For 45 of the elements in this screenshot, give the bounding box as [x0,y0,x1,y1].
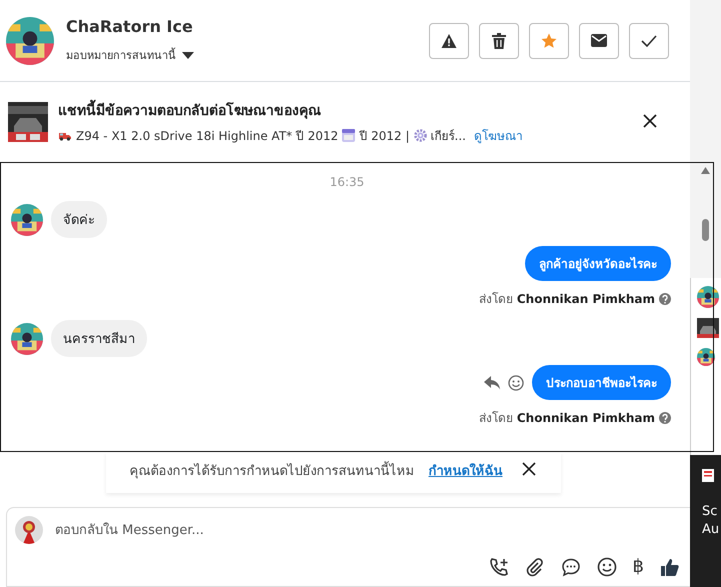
reply-icon[interactable] [484,376,500,390]
car-icon [58,130,72,141]
outgoing-message: ประกอบอาชีพอะไรคะ [532,365,671,400]
delete-button[interactable] [479,22,519,58]
gear-icon [414,129,427,142]
thumbs-up-icon[interactable] [660,556,680,576]
emoji-icon[interactable] [508,374,524,390]
help-icon [659,292,671,304]
assign-dropdown[interactable]: มอบหมายการสนทนานี้ [66,46,417,64]
view-ad-link[interactable]: ดูโฆษณา [474,126,523,145]
scrollbar-thumb[interactable] [702,219,709,241]
mail-button[interactable] [579,22,619,58]
assign-me-link[interactable]: กำหนดให้ฉัน [428,460,502,481]
assign-question: คุณต้องการได้รับการกำหนดไปยังการสนทนานี้ไหม [130,460,414,481]
help-icon [659,412,671,424]
document-icon [702,469,716,483]
check-icon [641,34,657,46]
done-button[interactable] [629,22,669,58]
ad-detail-text: ปี 2012 | [359,128,410,145]
add-call-icon[interactable] [488,556,509,576]
paperclip-icon[interactable] [524,556,545,576]
timestamp: 16:35 [328,175,366,189]
payment-button[interactable]: ฿ [632,556,644,577]
caret-icon [182,52,194,58]
mail-icon [591,34,607,47]
sent-by-text: ส่งโดย Chonnikan Pimkham [479,291,655,308]
popup-text: Sc [702,505,718,520]
ad-reply-title: แชทนี้มีข้อความตอบกลับต่อโฆษณาของคุณ [58,99,630,121]
emoji-icon[interactable] [596,556,617,576]
ad-detail-text: Z94 - X1 2.0 sDrive 18i Highline AT* ปี 2012 [76,128,338,145]
star-icon [541,32,557,48]
popup-text: Au [702,523,720,538]
warning-icon [441,32,457,48]
scroll-up-icon[interactable] [701,167,710,174]
sent-by-text: ส่งโดย Chonnikan Pimkham [479,410,655,427]
star-button[interactable] [529,22,569,58]
incoming-message: นครราชสีมา [51,320,147,357]
ad-detail-text: เกียร์... [430,128,466,145]
contact-name: ChaRatorn Ice [66,17,194,36]
chat-icon[interactable] [560,556,581,576]
report-button[interactable] [429,22,469,58]
incoming-message: จัดค่ะ [51,201,107,238]
outgoing-message: ลูกค้าอยู่จังหวัดอะไรคะ [525,246,671,281]
trash-icon [492,32,506,48]
calendar-icon [342,129,356,142]
